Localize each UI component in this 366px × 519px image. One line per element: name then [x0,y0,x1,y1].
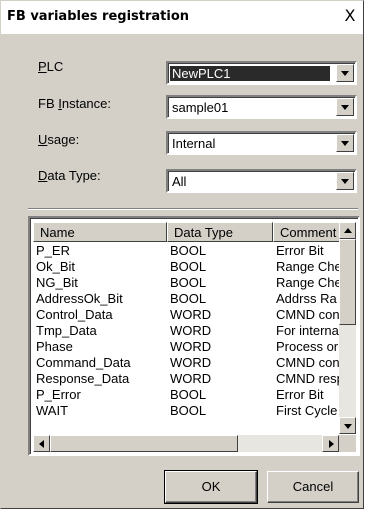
column-header-data-type[interactable]: Data Type [167,222,273,242]
list-item[interactable]: Response_Data WORD CMND resp [33,371,339,387]
scroll-down-icon[interactable] [339,417,356,434]
chevron-down-icon[interactable] [336,98,354,116]
data-type-select[interactable]: All [166,169,357,193]
scroll-left-icon[interactable] [33,435,50,452]
vertical-scroll-thumb[interactable] [339,239,356,325]
list-item[interactable]: WAIT BOOL First Cycle [33,403,339,419]
list-item[interactable]: Phase WORD Process or [33,339,339,355]
list-item[interactable]: P_ER BOOL Error Bit [33,243,339,259]
horizontal-scroll-thumb[interactable] [50,435,238,452]
usage-select[interactable]: Internal [166,131,357,155]
list-item[interactable]: AddressOk_Bit BOOL Addrss Ra [33,291,339,307]
vertical-scrollbar[interactable] [339,222,356,434]
usage-label: Usage: [38,132,80,147]
fb-instance-label: FB Instance: [38,96,112,111]
plc-value: NewPLC1 [170,66,330,81]
list-item[interactable]: NG_Bit BOOL Range Che [33,275,339,291]
usage-value: Internal [172,136,216,151]
scroll-corner [339,435,356,452]
horizontal-scrollbar[interactable] [33,435,339,452]
chevron-down-icon[interactable] [336,134,354,152]
list-item[interactable]: Tmp_Data WORD For interna [33,323,339,339]
close-icon[interactable]: X [341,6,359,26]
list-item[interactable]: Command_Data WORD CMND con [33,355,339,371]
fb-instance-value: sample01 [172,100,229,115]
list-item[interactable]: Control_Data WORD CMND con [33,307,339,323]
separator [28,208,358,210]
fb-variables-dialog: FB variables registration X PLC NewPLC1 … [0,0,364,509]
dialog-title: FB variables registration [7,9,190,24]
plc-label: PLC [38,59,64,74]
cancel-button[interactable]: Cancel [267,471,359,503]
chevron-down-icon[interactable] [336,64,354,82]
list-rows: P_ER BOOL Error Bit Ok_Bit BOOL Range Che NG… [33,243,339,443]
chevron-down-icon[interactable] [336,172,354,190]
scroll-right-icon[interactable] [322,435,339,452]
data-type-value: All [172,174,187,189]
list-item[interactable]: Ok_Bit BOOL Range Che [33,259,339,275]
ok-button[interactable]: OK [164,470,258,504]
plc-select[interactable]: NewPLC1 [166,61,357,85]
column-header-comment[interactable]: Comment [273,222,343,242]
scroll-up-icon[interactable] [339,222,356,239]
data-type-label: Data Type: [38,168,101,183]
variables-list[interactable]: Name Data Type Comment P_ER BOOL Error Bit… [28,216,360,456]
column-header-name[interactable]: Name [33,222,167,242]
title-bar: FB variables registration X [1,1,363,34]
fb-instance-select[interactable]: sample01 [166,95,357,119]
list-item[interactable]: P_Error BOOL Error Bit [33,387,339,403]
